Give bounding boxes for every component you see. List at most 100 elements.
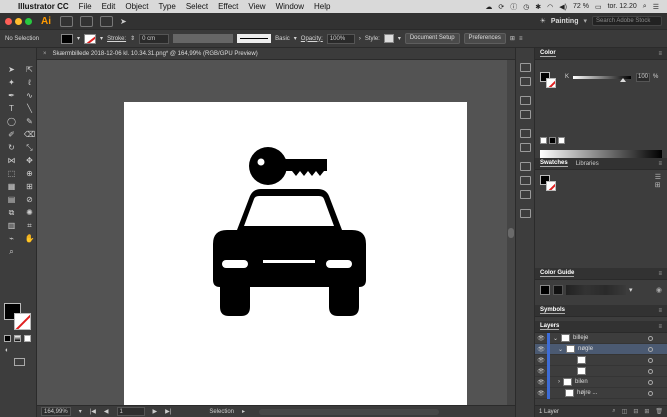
white-swatch[interactable] [558, 137, 565, 144]
visibility-eye-icon[interactable]: 👁 [535, 390, 547, 397]
ellipse-tool-icon[interactable]: ◯ [5, 116, 18, 127]
bridge-icon[interactable] [60, 15, 73, 27]
car-key-illustration[interactable] [124, 102, 467, 405]
chevron-right-icon[interactable]: › [359, 36, 361, 42]
first-artboard-icon[interactable]: |◀ [90, 408, 96, 415]
align-panel-icon[interactable] [519, 176, 531, 185]
panel-menu-icon[interactable]: ≡ [658, 308, 662, 314]
visibility-eye-icon[interactable]: 👁 [535, 379, 547, 386]
battery-icon[interactable]: ▭ [595, 3, 602, 11]
menu-view[interactable]: View [248, 2, 265, 11]
chevron-right-icon[interactable]: ▸ [242, 408, 245, 415]
visibility-eye-icon[interactable]: 👁 [535, 357, 547, 364]
variable-width-profile[interactable] [173, 34, 234, 43]
tab-symbols[interactable]: Symbols [540, 307, 566, 314]
chevron-down-icon[interactable]: ▾ [100, 35, 103, 42]
arrange-documents-icon[interactable] [100, 15, 113, 27]
scrollbar-thumb[interactable] [508, 228, 514, 238]
free-transform-tool-icon[interactable]: ⬚ [5, 168, 18, 179]
symbol-sprayer-tool-icon[interactable]: ✺ [23, 207, 36, 218]
stock-icon[interactable] [80, 15, 93, 27]
layer-row[interactable]: 👁 [535, 354, 667, 366]
menu-window[interactable]: Window [276, 2, 304, 11]
transparency-panel-icon[interactable] [519, 143, 531, 152]
layer-name[interactable]: nøgle [578, 346, 593, 352]
gradient-mode-icon[interactable] [14, 335, 21, 342]
panel-menu-icon[interactable]: ≡ [658, 324, 662, 330]
harmony-swatch[interactable] [553, 285, 563, 295]
notification-center-icon[interactable]: ☰ [653, 3, 659, 11]
color-fill-stroke[interactable] [540, 72, 556, 88]
target-icon[interactable] [648, 346, 653, 352]
panel-menu-icon[interactable]: ≡ [519, 36, 523, 42]
menu-type[interactable]: Type [158, 2, 175, 11]
menu-effect[interactable]: Effect [218, 2, 238, 11]
gradient-tool-icon[interactable]: ▤ [5, 194, 18, 205]
tab-swatches[interactable]: Swatches [540, 160, 568, 167]
close-tab-icon[interactable]: × [43, 51, 47, 57]
chevron-down-icon[interactable]: ▾ [77, 35, 80, 42]
expand-chevron-icon[interactable]: › [558, 379, 560, 385]
direct-selection-tool-icon[interactable]: ⇱ [23, 64, 36, 75]
target-icon[interactable] [648, 379, 653, 385]
new-layer-icon[interactable]: ⊞ [644, 408, 649, 415]
layer-name[interactable]: højre ... [577, 390, 597, 396]
line-tool-icon[interactable]: ╲ [23, 103, 36, 114]
visibility-eye-icon[interactable]: 👁 [535, 346, 547, 353]
last-artboard-icon[interactable]: ▶| [165, 408, 171, 415]
fill-color-swatch[interactable] [61, 33, 74, 44]
align-icon[interactable]: ⊞ [510, 35, 515, 42]
tab-color[interactable]: Color [540, 50, 556, 57]
target-icon[interactable] [648, 390, 653, 396]
harmony-rules-bar[interactable] [566, 285, 626, 295]
none-swatch[interactable] [540, 137, 547, 144]
hand-tool-icon[interactable]: ✋ [23, 233, 36, 244]
layer-name[interactable]: billeje [573, 335, 588, 341]
stroke-weight-field[interactable]: 0 cm [139, 33, 170, 44]
tab-layers[interactable]: Layers [540, 323, 560, 330]
chevron-down-icon[interactable]: ▾ [583, 17, 587, 25]
tab-color-guide[interactable]: Color Guide [540, 270, 575, 277]
adobe-stock-search-input[interactable]: Search Adobe Stock [592, 16, 662, 26]
volume-icon[interactable]: ◀) [559, 3, 567, 11]
zoom-field[interactable]: 164,99% [41, 407, 71, 416]
curvature-tool-icon[interactable]: ∿ [23, 90, 36, 101]
shape-builder-tool-icon[interactable]: ⊕ [23, 168, 36, 179]
pathfinder-panel-icon[interactable] [519, 190, 531, 199]
make-clipping-mask-icon[interactable]: ◫ [622, 408, 628, 415]
k-value-field[interactable]: 100 [636, 73, 650, 82]
magic-wand-tool-icon[interactable]: ✦ [5, 77, 18, 88]
layer-name[interactable]: bilen [575, 379, 588, 385]
close-window-button[interactable] [5, 17, 12, 25]
horizontal-scrollbar[interactable] [259, 408, 440, 415]
stroke-label[interactable]: Stroke: [107, 36, 126, 42]
target-icon[interactable] [648, 368, 653, 374]
screen-mode-icon[interactable] [14, 358, 25, 366]
vertical-scrollbar[interactable] [507, 60, 515, 405]
panel-menu-icon[interactable]: ≡ [658, 51, 662, 57]
fill-stroke-widget[interactable] [4, 303, 32, 331]
stroke-panel-icon[interactable] [519, 129, 531, 138]
blend-tool-icon[interactable]: ⧉ [5, 207, 18, 218]
expand-chevron-icon[interactable]: ⌄ [558, 346, 563, 353]
lasso-tool-icon[interactable]: ℓ [23, 77, 36, 88]
layer-row[interactable]: 👁 ⌄ billeje [535, 332, 667, 344]
layer-row[interactable]: 👁 › bilen [535, 376, 667, 388]
slider-thumb[interactable] [620, 78, 626, 82]
lightbulb-icon[interactable]: ☀ [540, 17, 546, 25]
minimize-window-button[interactable] [15, 17, 22, 25]
tab-libraries[interactable]: Libraries [576, 161, 599, 167]
expand-chevron-icon[interactable]: ⌄ [553, 335, 558, 342]
chevron-down-icon[interactable]: ▾ [294, 35, 297, 42]
opacity-field[interactable]: 100% [326, 33, 355, 44]
draw-mode-icon[interactable]: ◐ [5, 347, 9, 354]
selection-tool-icon[interactable]: ➤ [5, 64, 18, 75]
pen-tool-icon[interactable]: ✒ [5, 90, 18, 101]
layer-row-selected[interactable]: 👁 ⌄ nøgle [535, 343, 667, 355]
properties-panel-icon[interactable] [519, 63, 531, 72]
links-panel-icon[interactable] [519, 209, 531, 218]
perspective-grid-tool-icon[interactable]: ▦ [5, 181, 18, 192]
opacity-label[interactable]: Opacity: [301, 36, 323, 42]
menu-select[interactable]: Select [186, 2, 208, 11]
wifi-icon[interactable]: ◠ [547, 3, 553, 11]
